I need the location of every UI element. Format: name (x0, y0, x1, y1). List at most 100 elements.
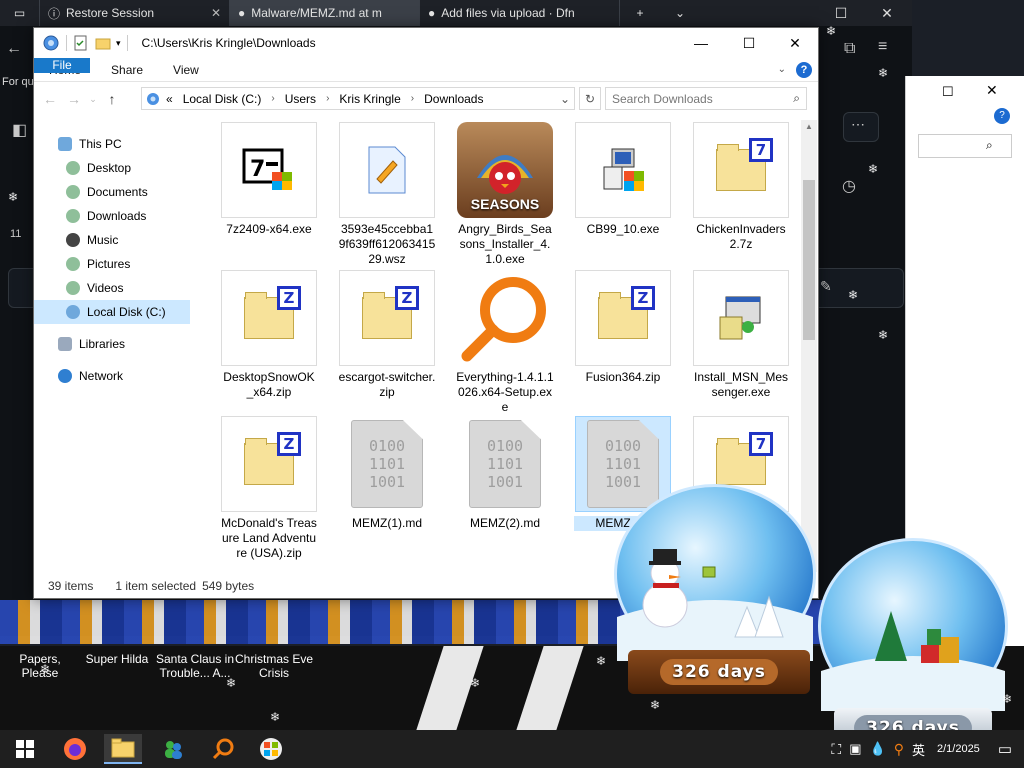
taskbar-everything[interactable] (204, 734, 242, 764)
file-item[interactable]: 7 ChickenInvaders2.7z (682, 122, 800, 252)
file-item[interactable]: Z DesktopSnowOK_x64.zip (210, 270, 328, 400)
nav-documents[interactable]: Documents (66, 180, 148, 204)
tab-dropdown-button[interactable]: ⌄ (660, 0, 700, 26)
nav-network[interactable]: Network (58, 364, 123, 388)
nav-libraries[interactable]: Libraries (58, 332, 125, 356)
breadcrumb-downloads[interactable]: Downloads (424, 92, 483, 106)
background-search-input[interactable] (918, 134, 1012, 158)
file-name: McDonald's Treasure Land Adventure (USA)… (221, 516, 317, 560)
address-input[interactable]: « Local Disk (C:) › Users › Kris Kringle… (141, 87, 575, 110)
file-item[interactable]: 7 7z2409-x64.exe (210, 122, 328, 237)
taskbar-file-explorer[interactable] (104, 734, 142, 764)
help-icon[interactable]: ? (994, 108, 1010, 124)
nav-desktop[interactable]: Desktop (66, 156, 131, 180)
tab-restore-session[interactable]: ⓘ Restore Session ✕ (40, 0, 230, 26)
close-icon[interactable]: ✕ (211, 6, 221, 20)
tab-malware-memz[interactable]: ● Malware/MEMZ.md at m (230, 0, 420, 26)
scrollbar-thumb[interactable] (803, 180, 815, 340)
desktop-label[interactable]: Santa Claus in Trouble... A... (154, 652, 236, 680)
nav-this-pc[interactable]: This PC (58, 132, 122, 156)
help-icon[interactable]: ? (796, 61, 812, 78)
nav-downloads[interactable]: Downloads (66, 204, 146, 228)
history-icon[interactable]: ◷ (842, 176, 856, 196)
file-item[interactable]: 0100 1101 1001 MEMZ(1).md (328, 416, 446, 531)
chevron-down-icon[interactable]: ⌄ (560, 92, 570, 106)
zip-archive-icon: Z (598, 286, 655, 339)
ribbon: File Home Share View ⌄ ? (34, 58, 818, 82)
taskbar-installer[interactable] (252, 734, 290, 764)
chevron-right-icon[interactable]: › (326, 93, 329, 104)
clock-date[interactable]: 2/1/2025 (937, 743, 980, 755)
taskbar-firefox[interactable] (56, 734, 94, 764)
nav-music[interactable]: Music (66, 228, 118, 252)
extensions-icon[interactable]: ⧉ (844, 40, 855, 58)
refresh-button[interactable]: ↻ (579, 87, 601, 110)
browser-maximize-button[interactable]: ☐ (826, 0, 856, 26)
breadcrumb-kris-kringle[interactable]: Kris Kringle (339, 92, 400, 106)
new-folder-icon[interactable] (95, 35, 111, 51)
new-tab-button[interactable]: + (620, 0, 660, 26)
notification-icon[interactable]: ▭ (998, 740, 1012, 758)
desktop-label[interactable]: Super Hilda (84, 652, 150, 666)
file-item[interactable]: Z McDonald's Treasure Land Adventure (US… (210, 416, 328, 561)
scroll-up-icon[interactable]: ▲ (801, 122, 817, 131)
tray-droplet-icon[interactable]: 💧 (870, 741, 886, 757)
nav-label: Desktop (87, 161, 132, 175)
desktop-label[interactable]: Christmas Eve Crisis (234, 652, 314, 680)
file-item[interactable]: Z Fusion364.zip (564, 270, 682, 385)
file-item[interactable]: SEASONS Angry_Birds_Seasons_Installer_4.… (446, 122, 564, 267)
binary-line: 1001 (486, 473, 524, 491)
chevron-right-icon[interactable]: › (411, 93, 414, 104)
customize-toolbar-icon[interactable]: ▾ (116, 38, 121, 49)
recent-locations-icon[interactable]: ⌄ (86, 94, 100, 105)
file-item[interactable]: Z escargot-switcher.zip (328, 270, 446, 400)
nav-label: Local Disk (C:) (87, 305, 166, 319)
file-item[interactable]: 0100 1101 1001 MEMZ(2).md (446, 416, 564, 531)
tab-file[interactable]: File (34, 58, 90, 73)
tab-overview-button[interactable]: ▭ (0, 0, 40, 26)
maximize-icon[interactable]: ☐ (942, 84, 954, 100)
christmas-tree-scene-icon (821, 611, 1005, 711)
tab-share[interactable]: Share (96, 58, 158, 81)
maximize-button[interactable]: ☐ (726, 28, 772, 58)
minimize-button[interactable]: — (678, 28, 724, 58)
properties-icon[interactable] (73, 35, 89, 51)
file-thumbnail: 0100 1101 1001 (457, 416, 553, 512)
tray-everything-icon[interactable]: ⚲ (894, 741, 904, 758)
panel-icon[interactable]: ◧ (12, 120, 27, 140)
snow-globe-widget[interactable] (818, 538, 1008, 714)
chevron-right-icon[interactable]: › (271, 93, 274, 104)
tab-view[interactable]: View (158, 58, 214, 81)
file-item[interactable]: CB99_10.exe (564, 122, 682, 237)
taskbar-msn[interactable] (154, 734, 192, 764)
tab-add-files[interactable]: ● Add files via upload · Dfn (420, 0, 620, 26)
breadcrumb-local-disk[interactable]: Local Disk (C:) (183, 92, 262, 106)
days-counter: 326 days (660, 659, 778, 685)
tray-app-icon[interactable]: ⛶ (831, 741, 841, 758)
up-button[interactable]: ↑ (100, 91, 124, 107)
close-button[interactable]: ✕ (772, 28, 818, 58)
tray-network-icon[interactable]: ▣ (849, 741, 861, 757)
browser-close-button[interactable]: ✕ (872, 0, 902, 26)
file-item[interactable]: Everything-1.4.1.1026.x64-Setup.exe (446, 270, 564, 415)
input-method-indicator[interactable]: 英 (912, 740, 925, 759)
file-thumbnail (457, 270, 553, 366)
nav-pictures[interactable]: Pictures (66, 252, 130, 276)
edit-icon[interactable]: ✎ (820, 278, 832, 295)
file-item[interactable]: 3593e45ccebba19f639ff61206341529.wsz (328, 122, 446, 267)
start-button[interactable] (6, 734, 44, 764)
nav-videos[interactable]: Videos (66, 276, 123, 300)
snowflake-icon: ❄ (848, 288, 859, 302)
search-input[interactable]: Search Downloads ⌕ (605, 87, 807, 110)
menu-icon[interactable]: ≡ (878, 38, 887, 56)
forward-button[interactable]: → (62, 91, 86, 107)
address-overflow[interactable]: « (166, 92, 173, 106)
snow-globe-widget[interactable] (614, 484, 816, 664)
expand-ribbon-icon[interactable]: ⌄ (778, 64, 786, 75)
breadcrumb-users[interactable]: Users (285, 92, 316, 106)
back-button[interactable]: ← (38, 91, 62, 107)
nav-local-disk[interactable]: Local Disk (C:) (34, 300, 190, 324)
back-icon[interactable]: ← (6, 40, 22, 58)
close-icon[interactable]: ✕ (986, 82, 998, 99)
file-item[interactable]: Install_MSN_Messenger.exe (682, 270, 800, 400)
